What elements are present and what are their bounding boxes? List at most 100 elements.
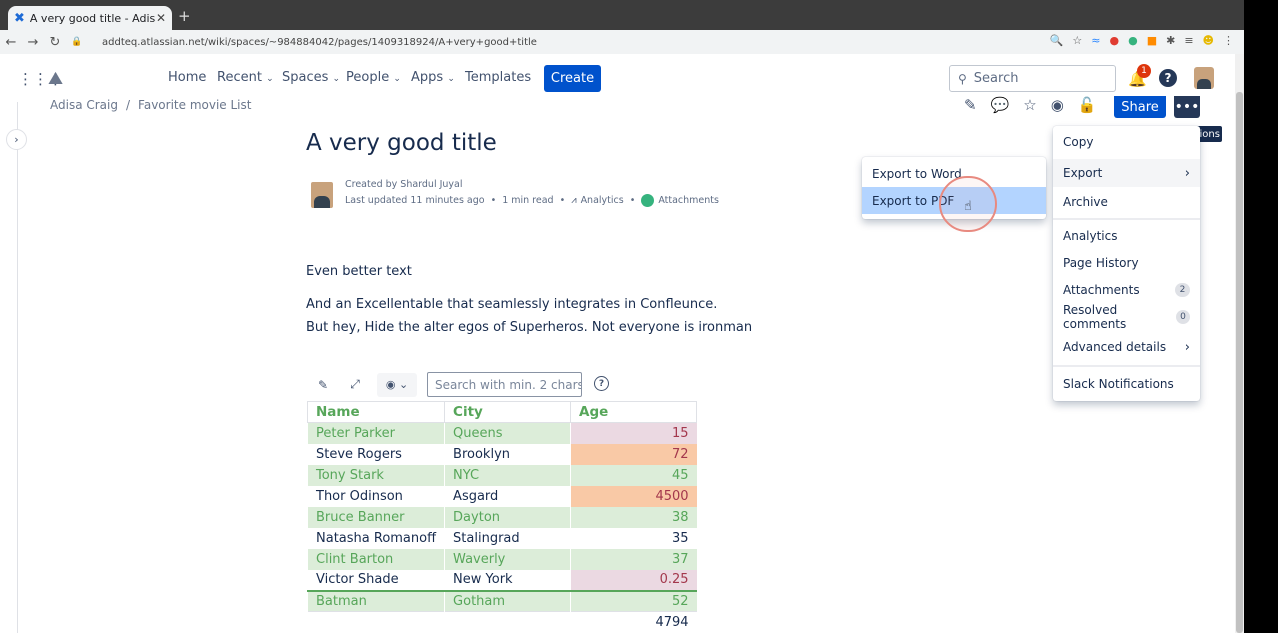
- share-button[interactable]: Share: [1114, 96, 1166, 118]
- table-cell[interactable]: Asgard: [444, 485, 571, 507]
- table-cell[interactable]: Waverly: [444, 548, 571, 570]
- table-cell[interactable]: 45: [570, 464, 697, 486]
- table-cell[interactable]: [444, 611, 571, 633]
- table-total-row: 4794: [306, 611, 697, 633]
- reload-icon[interactable]: ↻: [44, 35, 66, 50]
- scrollbar-thumb[interactable]: [1236, 92, 1243, 633]
- expand-sidebar-icon[interactable]: ›: [6, 129, 27, 150]
- table-cell[interactable]: Batman: [306, 590, 445, 612]
- table-cell[interactable]: Gotham: [444, 590, 571, 612]
- menu-item-slack-notifications[interactable]: Slack Notifications: [1053, 370, 1200, 398]
- analytics-link[interactable]: Analytics: [581, 195, 624, 206]
- chevron-down-icon: ⌄: [447, 74, 455, 84]
- table-cell[interactable]: Bruce Banner: [306, 506, 445, 528]
- table-cell[interactable]: Peter Parker: [306, 422, 445, 444]
- puzzle-icon[interactable]: ✱: [1166, 34, 1175, 47]
- table-row: Clint Barton Waverly 37: [306, 548, 697, 570]
- menu-divider: [1053, 218, 1200, 220]
- attachments-link[interactable]: Attachments: [658, 195, 719, 206]
- view-options-dropdown[interactable]: ◉ ⌄: [377, 372, 417, 397]
- table-cell[interactable]: 35: [570, 527, 697, 549]
- nav-home[interactable]: Home: [168, 70, 206, 85]
- url-field[interactable]: addteq.atlassian.net/wiki/spaces/~984884…: [102, 37, 537, 48]
- help-icon[interactable]: ?: [1159, 69, 1177, 87]
- table-cell[interactable]: Queens: [444, 422, 571, 444]
- table-cell[interactable]: Clint Barton: [306, 548, 445, 570]
- table-cell[interactable]: Brooklyn: [444, 443, 571, 465]
- table-search-input[interactable]: Search with min. 2 chars: [427, 372, 582, 397]
- table-cell[interactable]: 72: [570, 443, 697, 465]
- search-input[interactable]: ⚲ Search: [949, 65, 1116, 92]
- user-avatar[interactable]: [1194, 67, 1214, 89]
- table-cell[interactable]: Victor Shade: [306, 569, 445, 592]
- menu-item-page-history[interactable]: Page History: [1053, 249, 1200, 277]
- menu-item-resolved-comments[interactable]: Resolved comments 0: [1053, 303, 1200, 331]
- breadcrumb-parent-page[interactable]: Favorite movie List: [138, 98, 251, 112]
- table-cell[interactable]: [306, 611, 445, 633]
- star-icon[interactable]: ☆: [1023, 96, 1036, 114]
- nav-apps[interactable]: Apps ⌄: [411, 70, 455, 85]
- menu-item-archive[interactable]: Archive: [1053, 188, 1200, 216]
- last-updated[interactable]: Last updated 11 minutes ago: [345, 195, 485, 206]
- browser-tab[interactable]: ✖ A very good title - Adisa C ✕: [8, 6, 172, 30]
- create-button[interactable]: Create: [544, 65, 601, 92]
- chevron-down-icon: ⌄: [393, 74, 401, 84]
- more-actions-button[interactable]: •••: [1174, 96, 1200, 118]
- column-header-age[interactable]: Age: [570, 401, 698, 423]
- extension-icon[interactable]: ●: [1128, 34, 1138, 47]
- table-cell[interactable]: Dayton: [444, 506, 571, 528]
- zoom-icon[interactable]: 🔍: [1050, 34, 1064, 47]
- table-cell[interactable]: Natasha Romanoff: [306, 527, 445, 549]
- table-cell[interactable]: 0.25: [570, 569, 697, 592]
- menu-item-advanced-details[interactable]: Advanced details ›: [1053, 333, 1200, 361]
- extension-icon[interactable]: ≈: [1091, 34, 1100, 47]
- menu-item-copy[interactable]: Copy: [1053, 128, 1200, 156]
- table-row: Bruce Banner Dayton 38: [306, 506, 697, 528]
- table-cell[interactable]: 15: [570, 422, 697, 444]
- table-cell[interactable]: 38: [570, 506, 697, 528]
- close-tab-icon[interactable]: ✕: [156, 11, 166, 25]
- profile-icon[interactable]: ☻: [1203, 34, 1214, 47]
- table-cell[interactable]: Stalingrad: [444, 527, 571, 549]
- table-cell[interactable]: Steve Rogers: [306, 443, 445, 465]
- restrictions-lock-icon[interactable]: 🔓: [1078, 96, 1097, 114]
- table-cell[interactable]: 52: [570, 590, 697, 612]
- edit-table-pencil-icon[interactable]: ✎: [307, 378, 339, 392]
- edit-pencil-icon[interactable]: ✎: [964, 96, 977, 114]
- extension-icon[interactable]: ●: [1109, 34, 1119, 47]
- confluence-logo-icon[interactable]: ⛰: [48, 68, 63, 89]
- author-avatar[interactable]: [311, 182, 333, 208]
- table-cell[interactable]: NYC: [444, 464, 571, 486]
- kebab-menu-icon[interactable]: ⋮: [1223, 34, 1234, 47]
- bookmark-star-icon[interactable]: ☆: [1072, 34, 1082, 47]
- table-total-cell[interactable]: 4794: [570, 611, 697, 633]
- table-cell[interactable]: 37: [570, 548, 697, 570]
- new-tab-button[interactable]: +: [178, 7, 191, 25]
- column-header-name[interactable]: Name: [306, 401, 446, 423]
- watch-eye-icon[interactable]: ◉: [1051, 96, 1064, 114]
- fullscreen-expand-icon[interactable]: ⤢: [339, 377, 371, 392]
- page-actions: ✎ 💬 ☆ ◉ 🔓: [964, 96, 1111, 114]
- column-header-city[interactable]: City: [444, 401, 572, 423]
- table-cell[interactable]: Thor Odinson: [306, 485, 445, 507]
- inline-comment-icon[interactable]: 💬: [991, 96, 1010, 114]
- forward-icon[interactable]: →: [22, 35, 44, 50]
- nav-templates[interactable]: Templates: [465, 70, 531, 85]
- table-cell[interactable]: New York: [444, 569, 571, 592]
- nav-recent[interactable]: Recent ⌄: [217, 70, 274, 85]
- extension-icon[interactable]: ■: [1147, 34, 1157, 47]
- menu-item-export[interactable]: Export ›: [1053, 159, 1200, 187]
- meta-separator: •: [490, 195, 497, 206]
- table-cell[interactable]: Tony Stark: [306, 464, 445, 486]
- more-actions-menu: Copy Export › Archive Analytics Page Hist…: [1053, 126, 1200, 401]
- lock-icon[interactable]: 🔒: [66, 37, 88, 47]
- menu-item-attachments[interactable]: Attachments 2: [1053, 276, 1200, 304]
- nav-people[interactable]: People ⌄: [346, 70, 401, 85]
- breadcrumb-space[interactable]: Adisa Craig: [50, 98, 118, 112]
- nav-spaces[interactable]: Spaces ⌄: [282, 70, 340, 85]
- back-icon[interactable]: ←: [0, 35, 22, 50]
- table-cell[interactable]: 4500: [570, 485, 697, 507]
- media-icon[interactable]: ≡: [1184, 34, 1193, 47]
- menu-item-analytics[interactable]: Analytics: [1053, 222, 1200, 250]
- table-help-icon[interactable]: ?: [594, 376, 609, 391]
